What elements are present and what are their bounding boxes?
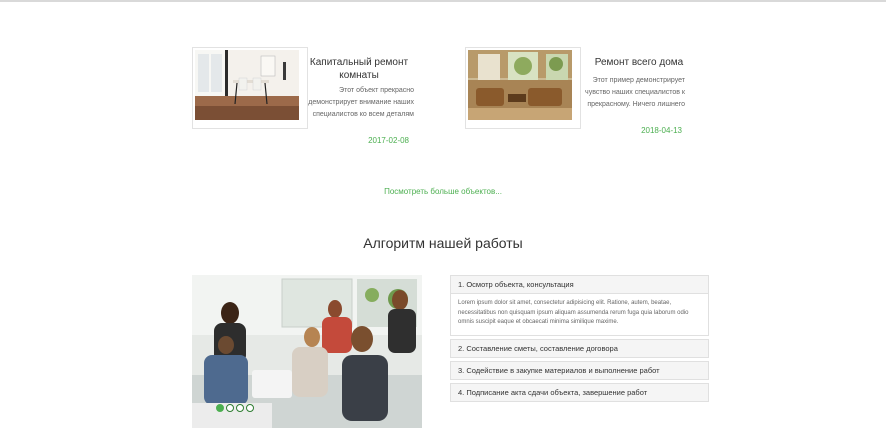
accordion-header[interactable]: 4. Подписание акта сдачи объекта, заверш… [451,384,708,401]
project-card[interactable]: Капитальный ремонт комнаты Этот объект п… [192,47,422,157]
project-title[interactable]: Капитальный ремонт комнаты [308,56,410,82]
section-title: Алгоритм нашей работы [363,235,523,251]
top-divider [0,0,886,2]
slider-dot[interactable] [226,404,234,412]
project-date: 2017-02-08 [368,136,409,145]
project-date: 2018-04-13 [641,126,682,135]
house-photo-image [468,50,572,120]
project-photo[interactable] [465,47,581,129]
accordion-item[interactable]: 2. Составление сметы, составление догово… [450,338,709,358]
slider-pagination [216,404,254,412]
accordion-header[interactable]: 1. Осмотр объекта, консультация [451,276,708,293]
room-photo-image [195,50,299,120]
accordion-header[interactable]: 3. Содействие в закупке материалов и вып… [451,362,708,379]
slider-dot[interactable] [246,404,254,412]
accordion-item[interactable]: 4. Подписание акта сдачи объекта, заверш… [450,382,709,402]
project-title[interactable]: Ремонт всего дома [581,56,697,69]
slider-dot[interactable] [216,404,224,412]
more-projects-link[interactable]: Посмотреть больше объектов... [320,187,566,196]
project-description: Этот объект прекрасно демонстрирует вним… [308,87,414,118]
accordion-body: Lorem ipsum dolor sit amet, consectetur … [451,293,708,335]
slider-dot[interactable] [236,404,244,412]
project-description: Этот пример демонстрирует чувство наших … [585,77,685,108]
project-photo[interactable] [192,47,308,129]
accordion-item[interactable]: 1. Осмотр объекта, консультация Lorem ip… [450,275,709,336]
accordion-item[interactable]: 3. Содействие в закупке материалов и вып… [450,360,709,380]
team-photo-slider[interactable] [192,275,422,428]
project-card[interactable]: Ремонт всего дома Этот пример демонстрир… [465,47,695,157]
work-steps-accordion: 1. Осмотр объекта, консультация Lorem ip… [450,275,709,405]
accordion-header[interactable]: 2. Составление сметы, составление догово… [451,340,708,357]
